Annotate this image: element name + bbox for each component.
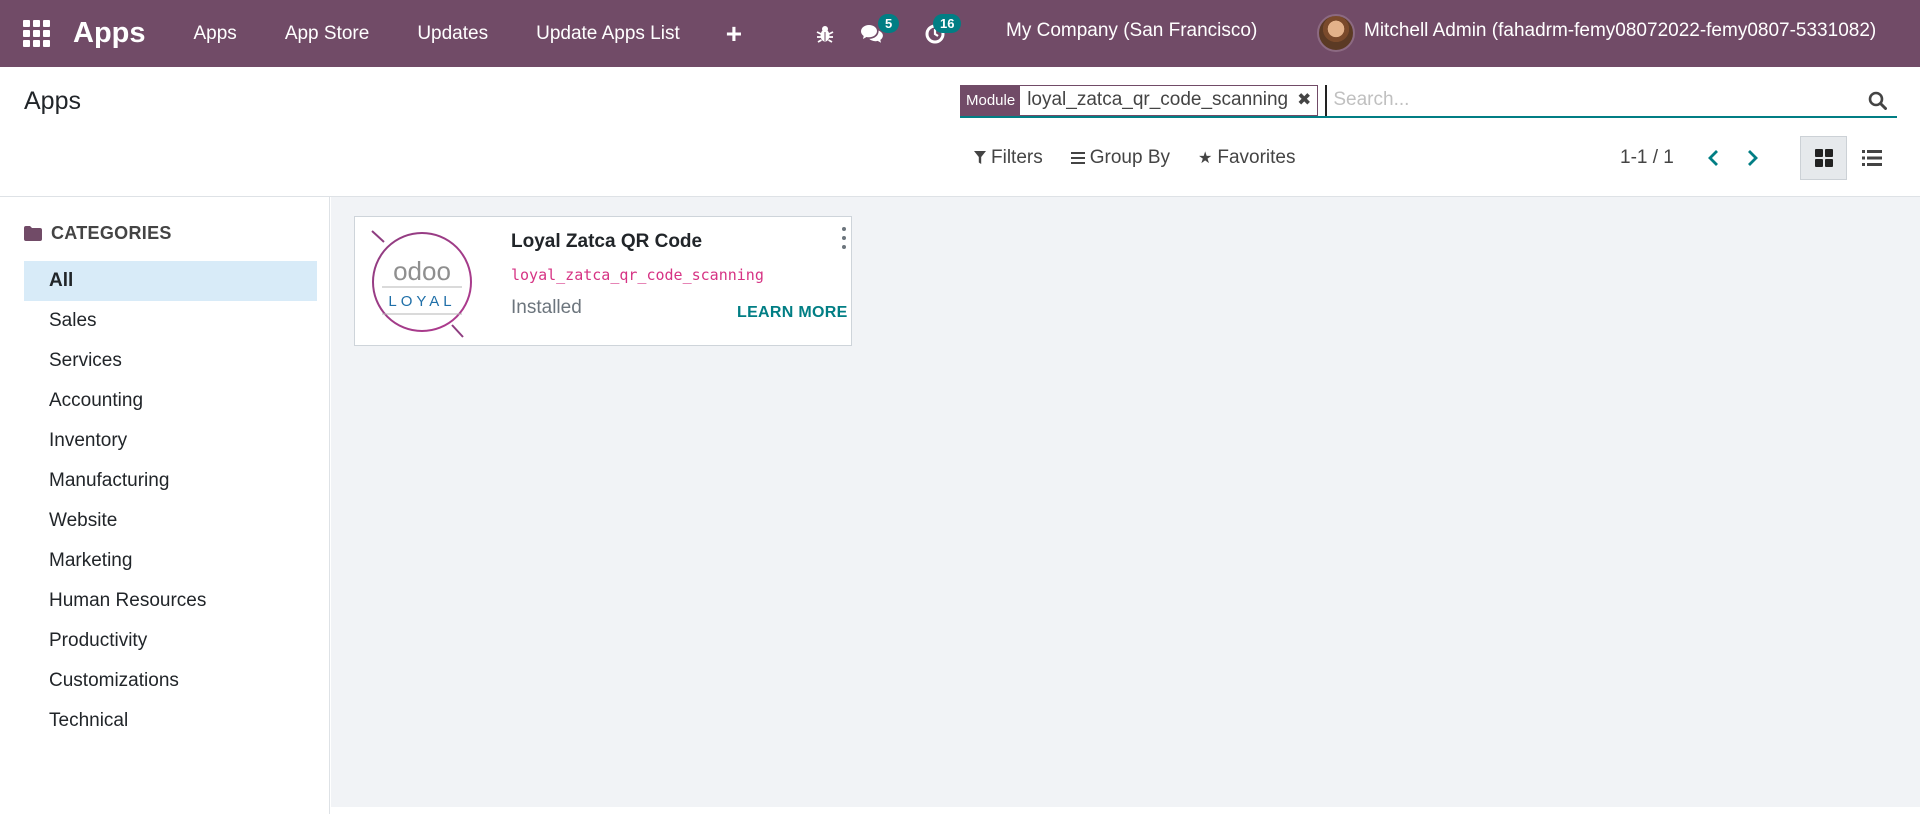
menu-app-store[interactable]: App Store bbox=[261, 23, 394, 45]
search-facet: Module loyal_zatca_qr_code_scanning ✖ bbox=[960, 84, 1319, 116]
category-side-panel: CATEGORIES All Sales Services Accounting… bbox=[0, 197, 330, 814]
search-options: Filters Group By ★ Favorites bbox=[974, 147, 1295, 169]
app-logo-icon: odoo LOYAL bbox=[371, 230, 472, 338]
filters-label: Filters bbox=[991, 147, 1043, 168]
filter-icon bbox=[974, 151, 986, 164]
logo-subtext: LOYAL bbox=[388, 293, 455, 310]
facet-label: Module bbox=[961, 85, 1021, 115]
app-menu-icon[interactable] bbox=[23, 19, 51, 48]
user-menu[interactable]: Mitchell Admin (fahadrm-femy08072022-fem… bbox=[1364, 20, 1876, 42]
search-icon[interactable] bbox=[1857, 85, 1897, 116]
category-services[interactable]: Services bbox=[24, 341, 317, 381]
app-technical-name: loyal_zatca_qr_code_scanning bbox=[511, 266, 764, 284]
pager-previous-icon[interactable] bbox=[1697, 141, 1729, 175]
categories-label: CATEGORIES bbox=[51, 223, 172, 243]
favorites-button[interactable]: ★ Favorites bbox=[1198, 147, 1295, 169]
category-technical[interactable]: Technical bbox=[24, 701, 317, 741]
app-status: Installed bbox=[511, 297, 582, 318]
app-card[interactable]: odoo LOYAL Loyal Zatca QR Code loyal_zat… bbox=[354, 216, 852, 346]
menu-update-apps-list[interactable]: Update Apps List bbox=[512, 23, 704, 45]
learn-more-button[interactable]: LEARN MORE bbox=[737, 304, 848, 322]
card-kebab-menu-icon[interactable] bbox=[839, 227, 849, 249]
logo-wordmark: odoo bbox=[393, 256, 451, 286]
filters-button[interactable]: Filters bbox=[974, 147, 1043, 169]
chat-count-badge: 5 bbox=[878, 14, 900, 33]
category-productivity[interactable]: Productivity bbox=[24, 621, 317, 661]
facet-remove-icon[interactable]: ✖ bbox=[1295, 86, 1317, 115]
category-inventory[interactable]: Inventory bbox=[24, 421, 317, 461]
pager-next-icon[interactable] bbox=[1737, 141, 1769, 175]
user-avatar[interactable] bbox=[1317, 14, 1355, 52]
favorites-label: Favorites bbox=[1217, 147, 1296, 168]
search-bar: Module loyal_zatca_qr_code_scanning ✖ bbox=[960, 84, 1897, 118]
activity-clock-icon[interactable] bbox=[920, 0, 950, 67]
category-human-resources[interactable]: Human Resources bbox=[24, 581, 317, 621]
category-all[interactable]: All bbox=[24, 261, 317, 301]
category-list: All Sales Services Accounting Inventory … bbox=[24, 261, 317, 741]
group-by-button[interactable]: Group By bbox=[1070, 147, 1170, 169]
facet-value: loyal_zatca_qr_code_scanning bbox=[1027, 89, 1289, 110]
group-by-icon bbox=[1070, 152, 1085, 164]
menu-apps[interactable]: Apps bbox=[170, 23, 261, 45]
chat-icon[interactable] bbox=[857, 0, 887, 67]
group-by-label: Group By bbox=[1089, 147, 1170, 168]
kanban-view-icon[interactable] bbox=[1800, 136, 1847, 180]
category-sales[interactable]: Sales bbox=[24, 301, 317, 341]
app-brand[interactable]: Apps bbox=[73, 17, 146, 50]
category-customizations[interactable]: Customizations bbox=[24, 661, 317, 701]
folder-icon bbox=[24, 226, 42, 241]
menu-updates[interactable]: Updates bbox=[393, 23, 512, 45]
list-view-icon[interactable] bbox=[1848, 136, 1895, 180]
top-navbar: Apps Apps App Store Updates Update Apps … bbox=[0, 0, 1920, 67]
star-icon: ★ bbox=[1198, 150, 1213, 167]
kanban-content: odoo LOYAL Loyal Zatca QR Code loyal_zat… bbox=[331, 197, 1920, 807]
activity-count-badge: 16 bbox=[933, 14, 962, 33]
search-input[interactable] bbox=[1325, 84, 1857, 116]
breadcrumb: Apps bbox=[24, 87, 81, 115]
category-manufacturing[interactable]: Manufacturing bbox=[24, 461, 317, 501]
control-panel: Apps Module loyal_zatca_qr_code_scanning… bbox=[0, 67, 1920, 197]
app-title: Loyal Zatca QR Code bbox=[511, 231, 703, 252]
plus-icon[interactable]: + bbox=[704, 18, 764, 50]
company-switcher[interactable]: My Company (San Francisco) bbox=[1006, 20, 1257, 42]
bug-icon[interactable] bbox=[810, 0, 840, 67]
category-accounting[interactable]: Accounting bbox=[24, 381, 317, 421]
categories-header: CATEGORIES bbox=[24, 223, 172, 244]
pager-value[interactable]: 1-1 / 1 bbox=[1620, 147, 1674, 169]
category-marketing[interactable]: Marketing bbox=[24, 541, 317, 581]
category-website[interactable]: Website bbox=[24, 501, 317, 541]
